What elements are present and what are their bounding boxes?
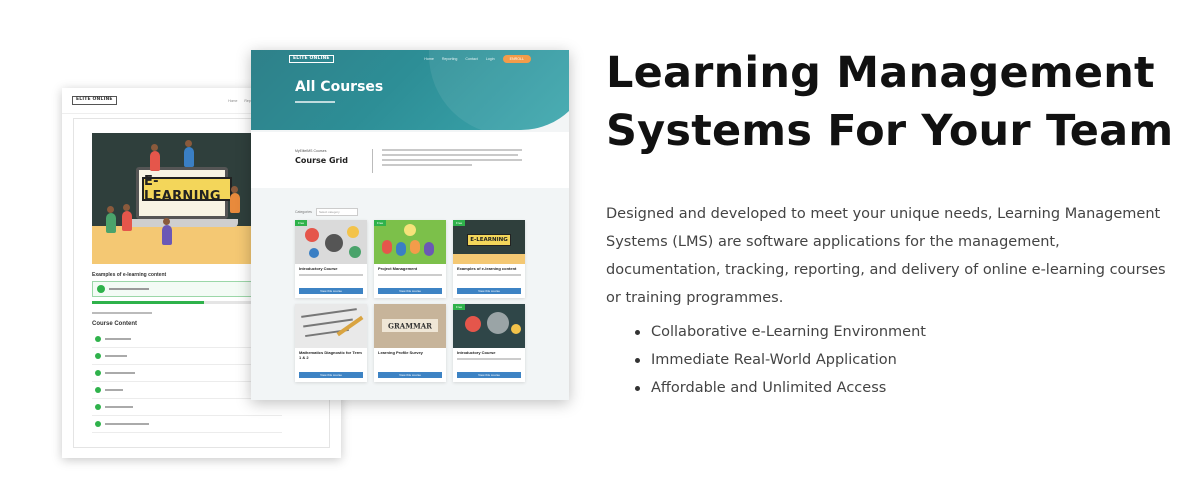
free-badge: Free [374,220,387,226]
course-thumbnail: E-LEARNING Free [453,220,525,264]
course-card: Free Introductory Course View this cours… [295,220,367,298]
elearning-illustration: E-LEARNING [92,133,252,264]
course-card-title: Introductory Course [299,266,338,271]
grammar-thumbnail-text: GRAMMAR [388,321,432,331]
check-icon [95,353,101,359]
course-grid-header: MyElitelMS Courses Course Grid [251,132,569,188]
category-select: Select category [315,208,358,216]
course-card: Free Introductory Course View this cours… [453,304,525,382]
intro-paragraph: Designed and developed to meet your uniq… [606,206,1166,306]
category-filter: Categories Select category [295,208,358,216]
page-headline: Learning Management Systems For Your Tea… [606,44,1176,160]
course-thumbnail: Free [374,220,446,264]
check-icon [95,387,101,393]
free-badge: Free [453,220,466,226]
check-icon [95,421,101,427]
headline-line: Systems For Your Team [606,106,1174,156]
course-card-title: Learning Profile Survey [378,350,423,355]
elearning-thumbnail-sign: E-LEARNING [467,234,511,246]
course-thumbnail: GRAMMAR [374,304,446,348]
view-course-button: View this course [457,288,521,294]
mockup-enroll-button: ENROLL [502,55,531,63]
mockup-nav-link: Reporting [441,57,458,61]
course-thumbnail: Free [453,304,525,348]
list-item [92,416,282,433]
free-badge: Free [453,304,466,310]
mockup-navbar: ELITE ONLINE Home Reporting Contact Logi… [251,50,569,68]
free-badge: Free [295,220,308,226]
category-filter-label: Categories [295,210,312,214]
view-course-button: View this course [299,288,363,294]
example-content-item [92,281,252,297]
mockup-logo: ELITE ONLINE [289,54,334,64]
mockup-nav-links: Home Reporting Contact Login ENROLL [424,55,531,63]
elearning-sign: E-LEARNING [142,174,232,204]
course-card-title: Introductory Course [457,350,496,355]
view-course-button: View this course [457,372,521,378]
feature-item: Affordable and Unlimited Access [633,374,926,402]
feature-item: Collaborative e-Learning Environment [633,318,926,346]
course-card-title: Mathematics Diagnostic for Term 1 & 2 [299,350,362,360]
course-thumbnail [295,304,367,348]
mockup-nav-link: Contact [465,57,478,61]
course-cards-grid: Free Introductory Course View this cours… [295,220,525,382]
check-icon [95,336,101,342]
feature-list: Collaborative e-Learning Environment Imm… [633,318,926,402]
section-eyebrow: MyElitelMS Courses [295,149,327,153]
course-card-title: Project Management [378,266,418,271]
mockup-nav-link: Login [485,57,495,61]
course-card-title: Examples of e-learning content [457,266,517,271]
course-card: Mathematics Diagnostic for Term 1 & 2 Vi… [295,304,367,382]
headline-line: Learning Management [606,48,1155,98]
mockup-nav-link: Home [424,57,434,61]
view-course-button: View this course [378,372,442,378]
check-icon [97,285,105,293]
course-progress-bar [92,301,252,304]
view-course-button: View this course [378,288,442,294]
section-description [382,149,522,169]
course-thumbnail: Free [295,220,367,264]
feature-item: Immediate Real-World Application [633,346,926,374]
courses-hero-banner: ELITE ONLINE Home Reporting Contact Logi… [251,50,569,132]
mockup-nav-link: Home [228,98,238,103]
course-grid-title: Course Grid [295,156,348,165]
check-icon [95,370,101,376]
list-item [92,399,282,416]
course-card: GRAMMAR Learning Profile Survey View thi… [374,304,446,382]
view-course-button: View this course [299,372,363,378]
course-card: Free Project Management View this course [374,220,446,298]
mockup-logo: ELITE ONLINE [72,96,117,105]
check-icon [95,404,101,410]
course-card: E-LEARNING Free Examples of e-learning c… [453,220,525,298]
all-courses-mockup: ELITE ONLINE Home Reporting Contact Logi… [251,50,569,400]
all-courses-title: All Courses [295,79,384,95]
